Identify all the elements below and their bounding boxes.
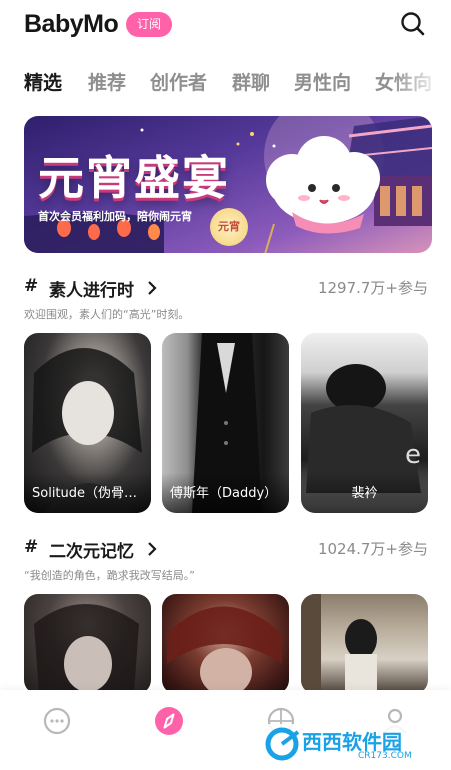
tab-qunliao[interactable]: 群聊 [232,68,270,95]
card-name: 傅斯年（Daddy） [170,486,278,501]
section-hash: # [24,276,39,296]
tabs-fade [391,64,451,100]
app-logo: BabyMo [24,10,119,38]
watermark-subtext: CR173.COM [358,751,412,761]
section-title: 二次元记忆 [49,542,134,562]
character-card[interactable] [24,594,151,694]
tab-nanxingxiang[interactable]: 男性向 [294,68,351,95]
compass-icon [155,707,183,735]
tab-jingxuan[interactable]: 精选 [24,68,62,95]
category-tabs: 精选 推荐 创作者 群聊 男性向 女性向 [0,64,451,100]
character-card[interactable]: Solitude（伪骨… [24,333,151,513]
participant-count: 1024.7万+参与 [317,540,428,558]
character-card[interactable]: 傅斯年（Daddy） [162,333,289,513]
chat-bubble-icon [43,707,71,735]
participant-count: 1297.7万+参与 [317,279,428,297]
site-watermark: 西西软件园 CR173.COM [262,722,432,766]
search-icon [401,12,425,36]
character-portrait [301,594,377,694]
svg-text:e: e [405,440,421,470]
tab-tuijian[interactable]: 推荐 [88,68,126,95]
tab-chuangzuozhe[interactable]: 创作者 [150,68,207,95]
chevron-right-icon [148,542,157,556]
card-name: 裴衿 [351,486,378,501]
section-hash: # [24,537,39,557]
section-title: 素人进行时 [49,281,134,301]
character-portrait [34,604,139,694]
character-card[interactable] [162,594,289,694]
nav-messages[interactable] [42,706,72,736]
chevron-right-icon [148,281,157,295]
search-button[interactable] [399,10,427,38]
section-description: “我创造的角色，跪求我改写结局。” [24,569,195,582]
character-card[interactable]: e 裴衿 [301,333,428,513]
app-header: BabyMo 订阅 [0,0,451,52]
banner-subtitle: 首次会员福利加码，陪你闹元宵 [38,210,192,223]
character-card[interactable] [301,594,428,694]
promo-banner[interactable]: 元宵盛宴 首次会员福利加码，陪你闹元宵 元宵 [24,116,432,253]
character-portrait [167,606,282,694]
nav-discover[interactable] [154,706,184,736]
banner-lantern: 元宵 [210,208,248,246]
subscribe-button[interactable]: 订阅 [126,12,172,37]
section-description: 欢迎围观，素人们的“高光”时刻。 [24,308,190,321]
banner-title: 元宵盛宴 [38,151,230,205]
section-header-erciyuan[interactable]: # 二次元记忆 1024.7万+参与 [24,537,428,562]
card-name: Solitude（伪骨… [32,486,138,501]
section-header-suren[interactable]: # 素人进行时 1297.7万+参与 [24,276,428,301]
